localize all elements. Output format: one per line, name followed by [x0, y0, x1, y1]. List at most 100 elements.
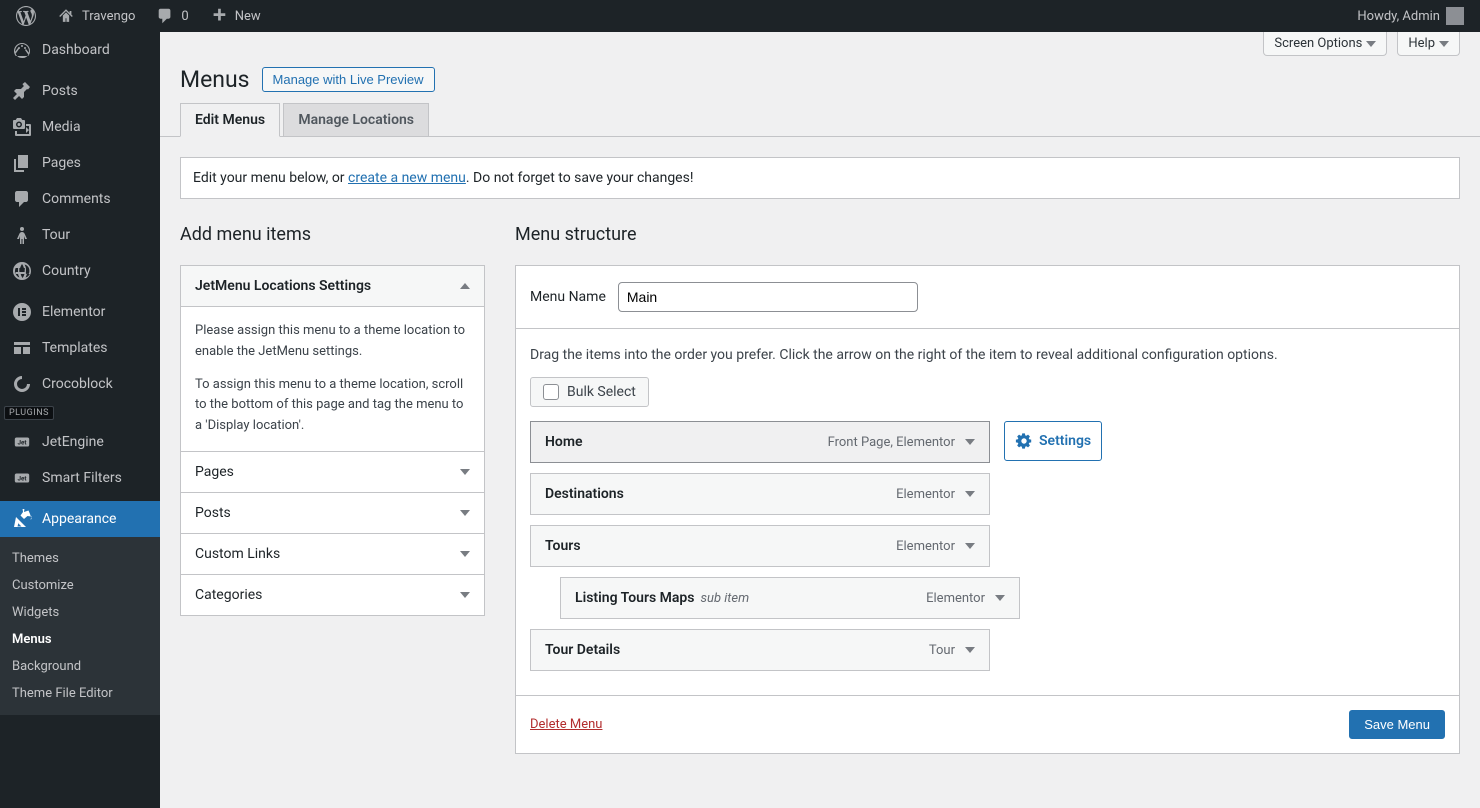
panel-categories: Categories	[180, 574, 485, 616]
comments-count: 0	[181, 9, 188, 24]
chevron-down-icon	[1366, 41, 1376, 47]
menu-item-sublabel: sub item	[695, 591, 750, 606]
bulk-select-checkbox[interactable]	[543, 384, 559, 400]
menu-items-list: Home Front Page, Elementor Settings Destina…	[516, 421, 1459, 695]
chevron-down-icon	[460, 469, 470, 475]
menu-dashboard[interactable]: Dashboard	[0, 32, 160, 68]
menu-structure-box: Menu Name Drag the items into the order …	[515, 265, 1460, 754]
page-title: Menus	[180, 66, 250, 93]
menu-posts[interactable]: Posts	[0, 73, 160, 109]
bulk-select-button[interactable]: Bulk Select	[530, 377, 649, 407]
menu-item-type: Elementor	[926, 591, 995, 606]
delete-menu-link[interactable]: Delete Menu	[530, 717, 602, 732]
menu-item-title: Tours	[545, 538, 581, 554]
elementor-icon	[12, 302, 32, 322]
chevron-down-icon[interactable]	[965, 439, 975, 445]
pages-icon	[12, 153, 32, 173]
crocoblock-icon	[12, 374, 32, 394]
screen-options-button[interactable]: Screen Options	[1263, 32, 1387, 56]
menu-appearance[interactable]: Appearance	[0, 501, 160, 537]
dashboard-icon	[12, 40, 32, 60]
tab-edit-menus[interactable]: Edit Menus	[180, 103, 280, 137]
submenu-themes[interactable]: Themes	[0, 545, 160, 572]
panel-categories-header[interactable]: Categories	[181, 575, 484, 615]
submenu-customize[interactable]: Customize	[0, 572, 160, 599]
chevron-down-icon[interactable]	[965, 491, 975, 497]
menu-media[interactable]: Media	[0, 109, 160, 145]
smartfilters-icon: Jet	[12, 468, 32, 488]
menu-tour[interactable]: Tour	[0, 217, 160, 253]
comments-link[interactable]: 0	[147, 0, 196, 32]
chevron-down-icon[interactable]	[965, 647, 975, 653]
chevron-up-icon	[460, 283, 470, 289]
submenu-background[interactable]: Background	[0, 653, 160, 680]
plus-icon	[209, 6, 229, 26]
menu-item-type: Front Page, Elementor	[828, 435, 965, 450]
media-icon	[12, 117, 32, 137]
chevron-down-icon	[1439, 41, 1449, 47]
menu-item[interactable]: Tour Details Tour	[530, 629, 990, 671]
menu-item[interactable]: Listing Tours Mapssub item Elementor	[560, 577, 1020, 619]
menu-item-title: Tour Details	[545, 642, 620, 658]
panel-custom-links: Custom Links	[180, 533, 485, 575]
drag-hint-text: Drag the items into the order you prefer…	[516, 329, 1459, 363]
chevron-down-icon[interactable]	[995, 595, 1005, 601]
gear-icon	[1015, 432, 1033, 450]
item-settings-button[interactable]: Settings	[1004, 421, 1102, 461]
menu-item-type: Tour	[929, 643, 965, 658]
help-button[interactable]: Help	[1397, 32, 1460, 56]
menu-item[interactable]: DestinationsElementor	[530, 473, 990, 515]
menu-structure-heading: Menu structure	[515, 224, 1460, 245]
menu-item-title: Home	[545, 434, 583, 450]
menu-elementor[interactable]: Elementor	[0, 294, 160, 330]
panel-posts: Posts	[180, 492, 485, 534]
panel-custom-links-header[interactable]: Custom Links	[181, 534, 484, 574]
admin-bar: Travengo 0 New Howdy, Admin	[0, 0, 1480, 32]
content-area: Screen Options Help Menus Manage with Li…	[160, 32, 1480, 808]
menu-name-label: Menu Name	[530, 289, 606, 305]
submenu-theme-file-editor[interactable]: Theme File Editor	[0, 680, 160, 707]
new-link[interactable]: New	[201, 0, 269, 32]
chevron-down-icon[interactable]	[965, 543, 975, 549]
admin-sidebar: Dashboard Posts Media Pages Comments Tou…	[0, 32, 160, 808]
appearance-submenu: Themes Customize Widgets Menus Backgroun…	[0, 537, 160, 715]
site-name-link[interactable]: Travengo	[48, 0, 143, 32]
submenu-widgets[interactable]: Widgets	[0, 599, 160, 626]
wp-logo[interactable]	[8, 0, 44, 32]
globe-icon	[12, 261, 32, 281]
menu-item[interactable]: Home Front Page, Elementor	[530, 421, 990, 463]
menu-crocoblock[interactable]: Crocoblock	[0, 366, 160, 402]
panel-jetmenu: JetMenu Locations Settings Please assign…	[180, 265, 485, 452]
wordpress-icon	[16, 6, 36, 26]
menu-comments[interactable]: Comments	[0, 181, 160, 217]
howdy-text: Howdy, Admin	[1357, 9, 1440, 24]
tab-manage-locations[interactable]: Manage Locations	[283, 103, 429, 136]
menu-item[interactable]: Tours Elementor	[530, 525, 990, 567]
panel-jetmenu-header[interactable]: JetMenu Locations Settings	[181, 266, 484, 307]
panel-posts-header[interactable]: Posts	[181, 493, 484, 533]
menu-name-input[interactable]	[618, 282, 918, 312]
menu-templates[interactable]: Templates	[0, 330, 160, 366]
menu-country[interactable]: Country	[0, 253, 160, 289]
create-menu-link[interactable]: create a new menu	[348, 170, 466, 186]
menu-jetengine[interactable]: Jet JetEngine	[0, 424, 160, 460]
site-title-text: Travengo	[82, 9, 135, 24]
templates-icon	[12, 338, 32, 358]
menu-smartfilters[interactable]: Jet Smart Filters	[0, 460, 160, 496]
pin-icon	[12, 81, 32, 101]
save-menu-button[interactable]: Save Menu	[1349, 710, 1445, 739]
comment-icon	[155, 6, 175, 26]
nav-tabs: Edit Menus Manage Locations	[160, 103, 1480, 137]
submenu-menus[interactable]: Menus	[0, 626, 160, 653]
comments-icon	[12, 189, 32, 209]
menu-item-title: Listing Tours Maps	[575, 590, 695, 606]
panel-pages-header[interactable]: Pages	[181, 452, 484, 492]
menu-pages[interactable]: Pages	[0, 145, 160, 181]
tour-icon	[12, 225, 32, 245]
menu-item-type: Elementor	[896, 539, 965, 554]
plugins-separator-label: PLUGINS	[4, 406, 54, 420]
menu-item-type: Elementor	[896, 487, 965, 502]
live-preview-button[interactable]: Manage with Live Preview	[262, 67, 435, 92]
avatar	[1446, 7, 1464, 25]
account-link[interactable]: Howdy, Admin	[1349, 0, 1472, 32]
